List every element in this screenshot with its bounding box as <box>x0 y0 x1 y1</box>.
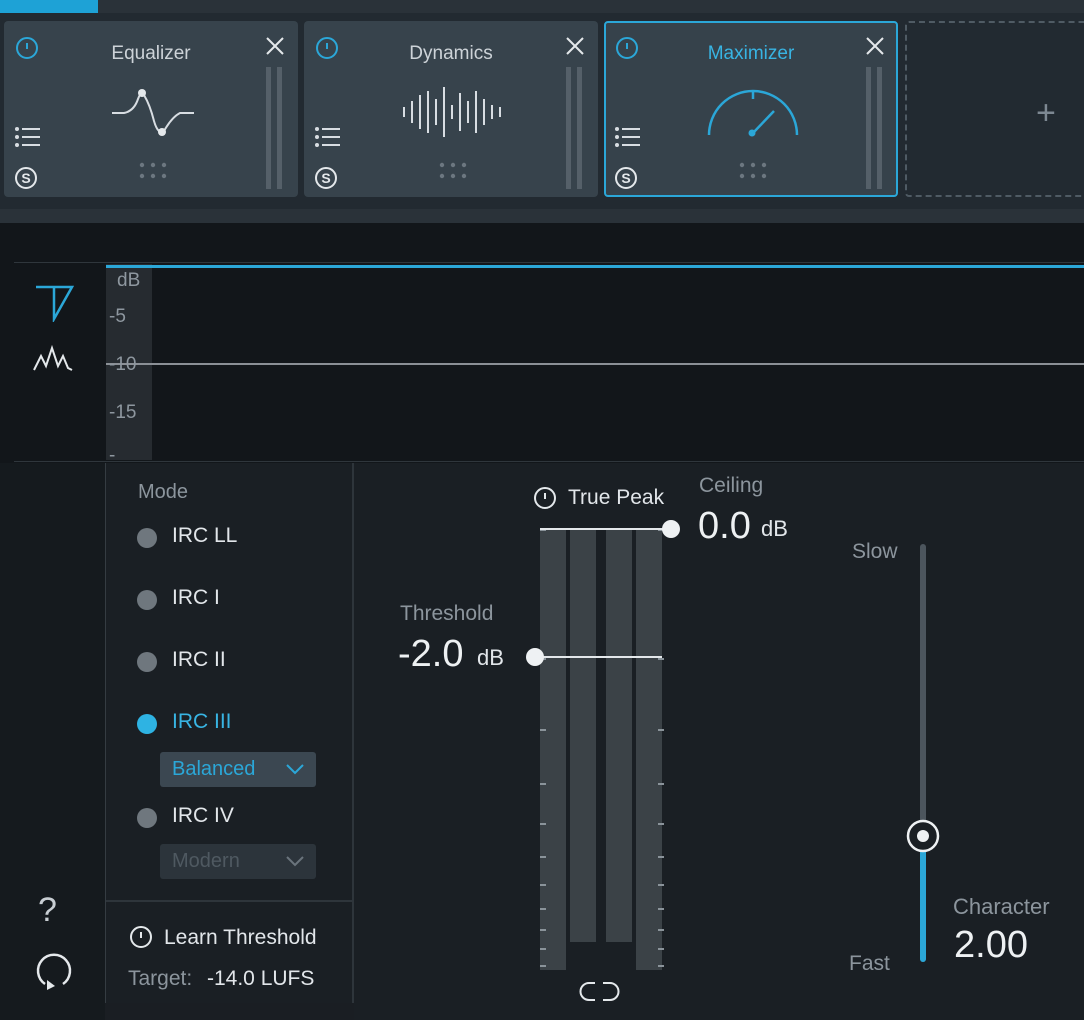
chevron-down-icon <box>286 764 304 775</box>
output-meter <box>877 67 882 189</box>
add-module-icon[interactable]: + <box>1036 96 1056 130</box>
graph-tick-label: -10 <box>109 354 137 375</box>
history-icon[interactable] <box>33 952 73 992</box>
character-value[interactable]: 2.00 <box>954 924 1028 967</box>
mode-title: Mode <box>138 481 189 503</box>
radio-indicator[interactable] <box>137 652 157 672</box>
threshold-slider-line[interactable] <box>536 656 662 658</box>
limiter-view-icon[interactable] <box>34 284 74 322</box>
top-bar <box>0 0 1084 13</box>
true-peak-label: True Peak <box>568 486 665 509</box>
output-meter <box>577 67 582 189</box>
mode-option-label: IRC LL <box>172 524 238 547</box>
threshold-unit: dB <box>477 645 504 670</box>
radio-indicator[interactable] <box>137 528 157 548</box>
mode-option-label: IRC II <box>172 648 226 671</box>
solo-icon[interactable]: S <box>314 166 340 192</box>
solo-icon[interactable]: S <box>14 166 40 192</box>
list-icon[interactable] <box>14 125 42 149</box>
grip-dots-icon[interactable] <box>438 161 470 181</box>
solo-icon[interactable]: S <box>614 166 640 192</box>
svg-text:S: S <box>621 170 630 186</box>
module-dynamics[interactable]: Dynamics S <box>304 21 598 197</box>
tool-column <box>0 463 105 1020</box>
threshold-slider-handle[interactable] <box>526 648 544 666</box>
waveform-view-icon[interactable] <box>32 344 74 374</box>
learn-threshold-label: Learn Threshold <box>164 926 317 949</box>
power-icon <box>130 926 152 948</box>
target-label: Target: <box>128 967 193 990</box>
power-icon <box>534 487 556 509</box>
graph-tick-label: -15 <box>109 402 137 423</box>
list-icon[interactable] <box>314 125 342 149</box>
output-meter <box>866 67 871 189</box>
irc3-style-dropdown[interactable]: Balanced <box>160 752 316 787</box>
ceiling-unit: dB <box>761 516 788 541</box>
mode-option-label: IRC III <box>172 710 232 733</box>
chevron-down-icon <box>286 856 304 867</box>
character-slider-fill <box>920 836 926 962</box>
output-meter <box>277 67 282 189</box>
ceiling-value[interactable]: 0.0 <box>698 505 751 548</box>
radio-indicator[interactable] <box>137 590 157 610</box>
character-title: Character <box>953 894 1050 919</box>
learn-threshold-button[interactable]: Learn Threshold <box>129 924 317 952</box>
radio-indicator[interactable] <box>137 808 157 828</box>
graph-tick-label: -5 <box>109 306 126 327</box>
true-peak-toggle[interactable]: True Peak <box>533 485 664 513</box>
dropdown-value: Balanced <box>172 758 256 780</box>
character-slider-handle[interactable] <box>906 819 940 853</box>
link-icon[interactable] <box>579 980 621 1004</box>
add-module-slot[interactable] <box>905 21 1084 197</box>
panel-divider <box>106 900 352 902</box>
radio-indicator[interactable] <box>137 714 157 734</box>
help-icon[interactable]: ? <box>38 893 57 927</box>
output-meter <box>566 67 571 189</box>
gain-reduction-trace <box>106 265 1084 268</box>
dropdown-value: Modern <box>172 850 240 872</box>
ceiling-slider-handle[interactable] <box>662 520 680 538</box>
grip-dots-icon[interactable] <box>738 161 770 181</box>
meter-ticks <box>540 529 664 967</box>
mode-option-label: IRC I <box>172 586 220 609</box>
module-equalizer[interactable]: Equalizer S <box>4 21 298 197</box>
threshold-title: Threshold <box>400 602 494 625</box>
graph-reference-line <box>106 363 1084 365</box>
graph-top-divider <box>14 262 1084 263</box>
fast-label: Fast <box>849 952 890 975</box>
irc4-style-dropdown[interactable]: Modern <box>160 844 316 879</box>
graph-bottom-divider <box>14 461 1084 462</box>
list-icon[interactable] <box>614 125 642 149</box>
threshold-value[interactable]: -2.0 <box>398 633 463 676</box>
module-strip-footer <box>0 209 1084 223</box>
grip-dots-icon[interactable] <box>138 161 170 181</box>
graph-unit-label: dB <box>117 270 141 291</box>
svg-text:S: S <box>321 170 330 186</box>
mode-option-label: IRC IV <box>172 804 234 827</box>
gain-reduction-graph <box>0 223 1084 463</box>
module-maximizer[interactable]: Maximizer S <box>604 21 898 197</box>
slow-label: Slow <box>852 540 898 563</box>
top-bar-accent <box>0 0 98 13</box>
output-meter <box>266 67 271 189</box>
ceiling-title: Ceiling <box>699 474 764 497</box>
target-value[interactable]: -14.0 LUFS <box>207 967 314 991</box>
ceiling-slider-line[interactable] <box>540 528 670 530</box>
svg-text:S: S <box>21 170 30 186</box>
